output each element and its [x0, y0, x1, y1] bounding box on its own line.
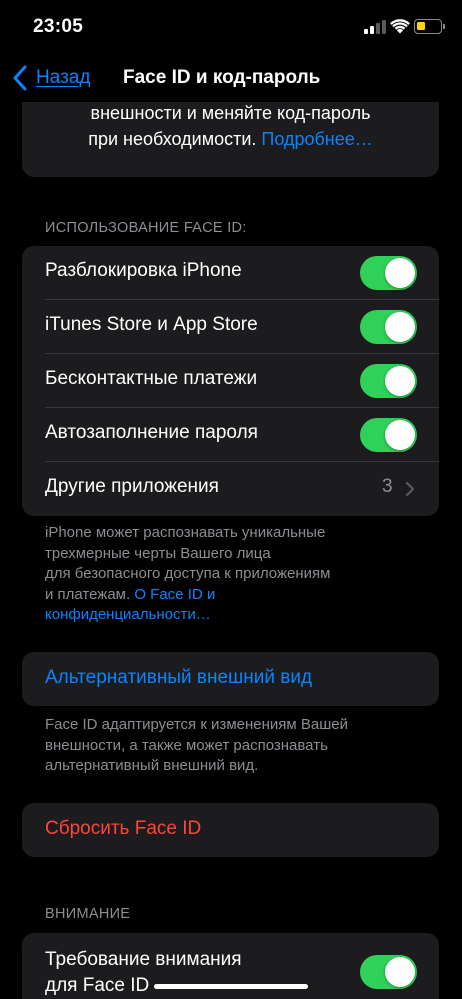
- privacy-link[interactable]: О Face ID и: [134, 586, 215, 603]
- toggle-knob: [385, 312, 415, 342]
- section-header-face-id-usage: ИСПОЛЬЗОВАНИЕ FACE ID:: [45, 220, 247, 236]
- footnote-line: трехмерные черты Вашего лица: [45, 544, 271, 562]
- cellular-signal-icon: [364, 20, 386, 34]
- attention-group: Требование внимания для Face ID: [22, 933, 439, 999]
- row-contactless-payments: Бесконтактные платежи: [22, 354, 439, 408]
- page-title: Face ID и код-пароль: [123, 67, 321, 88]
- require-attention-toggle[interactable]: [360, 955, 417, 989]
- info-text: при необходимости.: [88, 129, 262, 149]
- alternate-appearance-footnote: Face ID адаптируется к изменениям Вашей …: [45, 715, 415, 777]
- battery-icon: [414, 19, 442, 34]
- toggle-knob: [385, 420, 415, 450]
- other-apps-row[interactable]: Другие приложения 3: [22, 462, 439, 516]
- navigation-bar: Назад Face ID и код-пароль: [0, 56, 462, 102]
- unlock-iphone-toggle[interactable]: [360, 256, 417, 290]
- row-label: Другие приложения: [45, 476, 219, 497]
- more-info-link[interactable]: Подробнее…: [261, 129, 372, 149]
- face-id-usage-footnote: iPhone может распознавать уникальные тре…: [45, 523, 415, 626]
- battery-nub: [443, 24, 445, 29]
- chevron-left-icon: [13, 65, 27, 91]
- itunes-app-store-toggle[interactable]: [360, 310, 417, 344]
- info-text-line: при необходимости. Подробнее…: [22, 126, 439, 152]
- battery-level: [417, 22, 425, 30]
- face-id-usage-group: Разблокировка iPhone iTunes Store и App …: [22, 246, 439, 516]
- row-password-autofill: Автозаполнение пароля: [22, 408, 439, 462]
- row-label: iTunes Store и App Store: [45, 314, 258, 335]
- home-indicator[interactable]: [154, 984, 308, 989]
- status-bar: 23:05: [0, 0, 462, 56]
- footnote-line: альтернативный внешний вид.: [45, 757, 259, 774]
- footnote-line: для безопасного доступа к приложениям: [45, 565, 331, 582]
- chevron-right-icon: [405, 481, 415, 497]
- row-itunes-app-store: iTunes Store и App Store: [22, 300, 439, 354]
- row-label: Разблокировка iPhone: [45, 260, 242, 281]
- footnote-line: Face ID адаптируется к изменениям Вашей: [45, 716, 348, 733]
- footnote-line: внешности, а также может распознавать: [45, 736, 328, 754]
- reset-face-id-button[interactable]: Сбросить Face ID: [22, 803, 439, 857]
- toggle-knob: [385, 957, 415, 987]
- footnote-line: и платежам. О Face ID и: [45, 585, 415, 606]
- section-header-attention: ВНИМАНИЕ: [45, 906, 131, 922]
- status-time: 23:05: [33, 16, 84, 37]
- contactless-payments-toggle[interactable]: [360, 364, 417, 398]
- toggle-knob: [385, 366, 415, 396]
- alternate-appearance-label: Альтернативный внешний вид: [45, 667, 313, 688]
- row-label: Требование внимания для Face ID: [45, 947, 242, 999]
- privacy-link-continued[interactable]: конфиденциальности…: [45, 605, 415, 626]
- row-label: Автозаполнение пароля: [45, 422, 258, 443]
- row-unlock-iphone: Разблокировка iPhone: [22, 246, 439, 300]
- other-apps-count: 3: [382, 476, 393, 497]
- row-require-attention: Требование внимания для Face ID: [22, 933, 439, 999]
- back-button[interactable]: Назад: [12, 62, 90, 94]
- footnote-line: iPhone может распознавать уникальные: [45, 524, 326, 541]
- info-text-line: внешности и меняйте код-пароль: [90, 103, 371, 123]
- passcode-info-card: внешности и меняйте код-пароль при необх…: [22, 102, 439, 177]
- toggle-knob: [385, 258, 415, 288]
- back-label: Назад: [36, 67, 91, 88]
- password-autofill-toggle[interactable]: [360, 418, 417, 452]
- alternate-appearance-button[interactable]: Альтернативный внешний вид: [22, 652, 439, 706]
- row-label-line: Требование внимания: [45, 949, 242, 970]
- row-label: Бесконтактные платежи: [45, 368, 258, 389]
- wifi-icon: [390, 19, 410, 34]
- reset-face-id-label: Сбросить Face ID: [45, 818, 202, 839]
- footnote-text: и платежам.: [45, 585, 135, 603]
- screen: 23:05 Назад Face ID и код-пароль внешнос…: [0, 0, 462, 999]
